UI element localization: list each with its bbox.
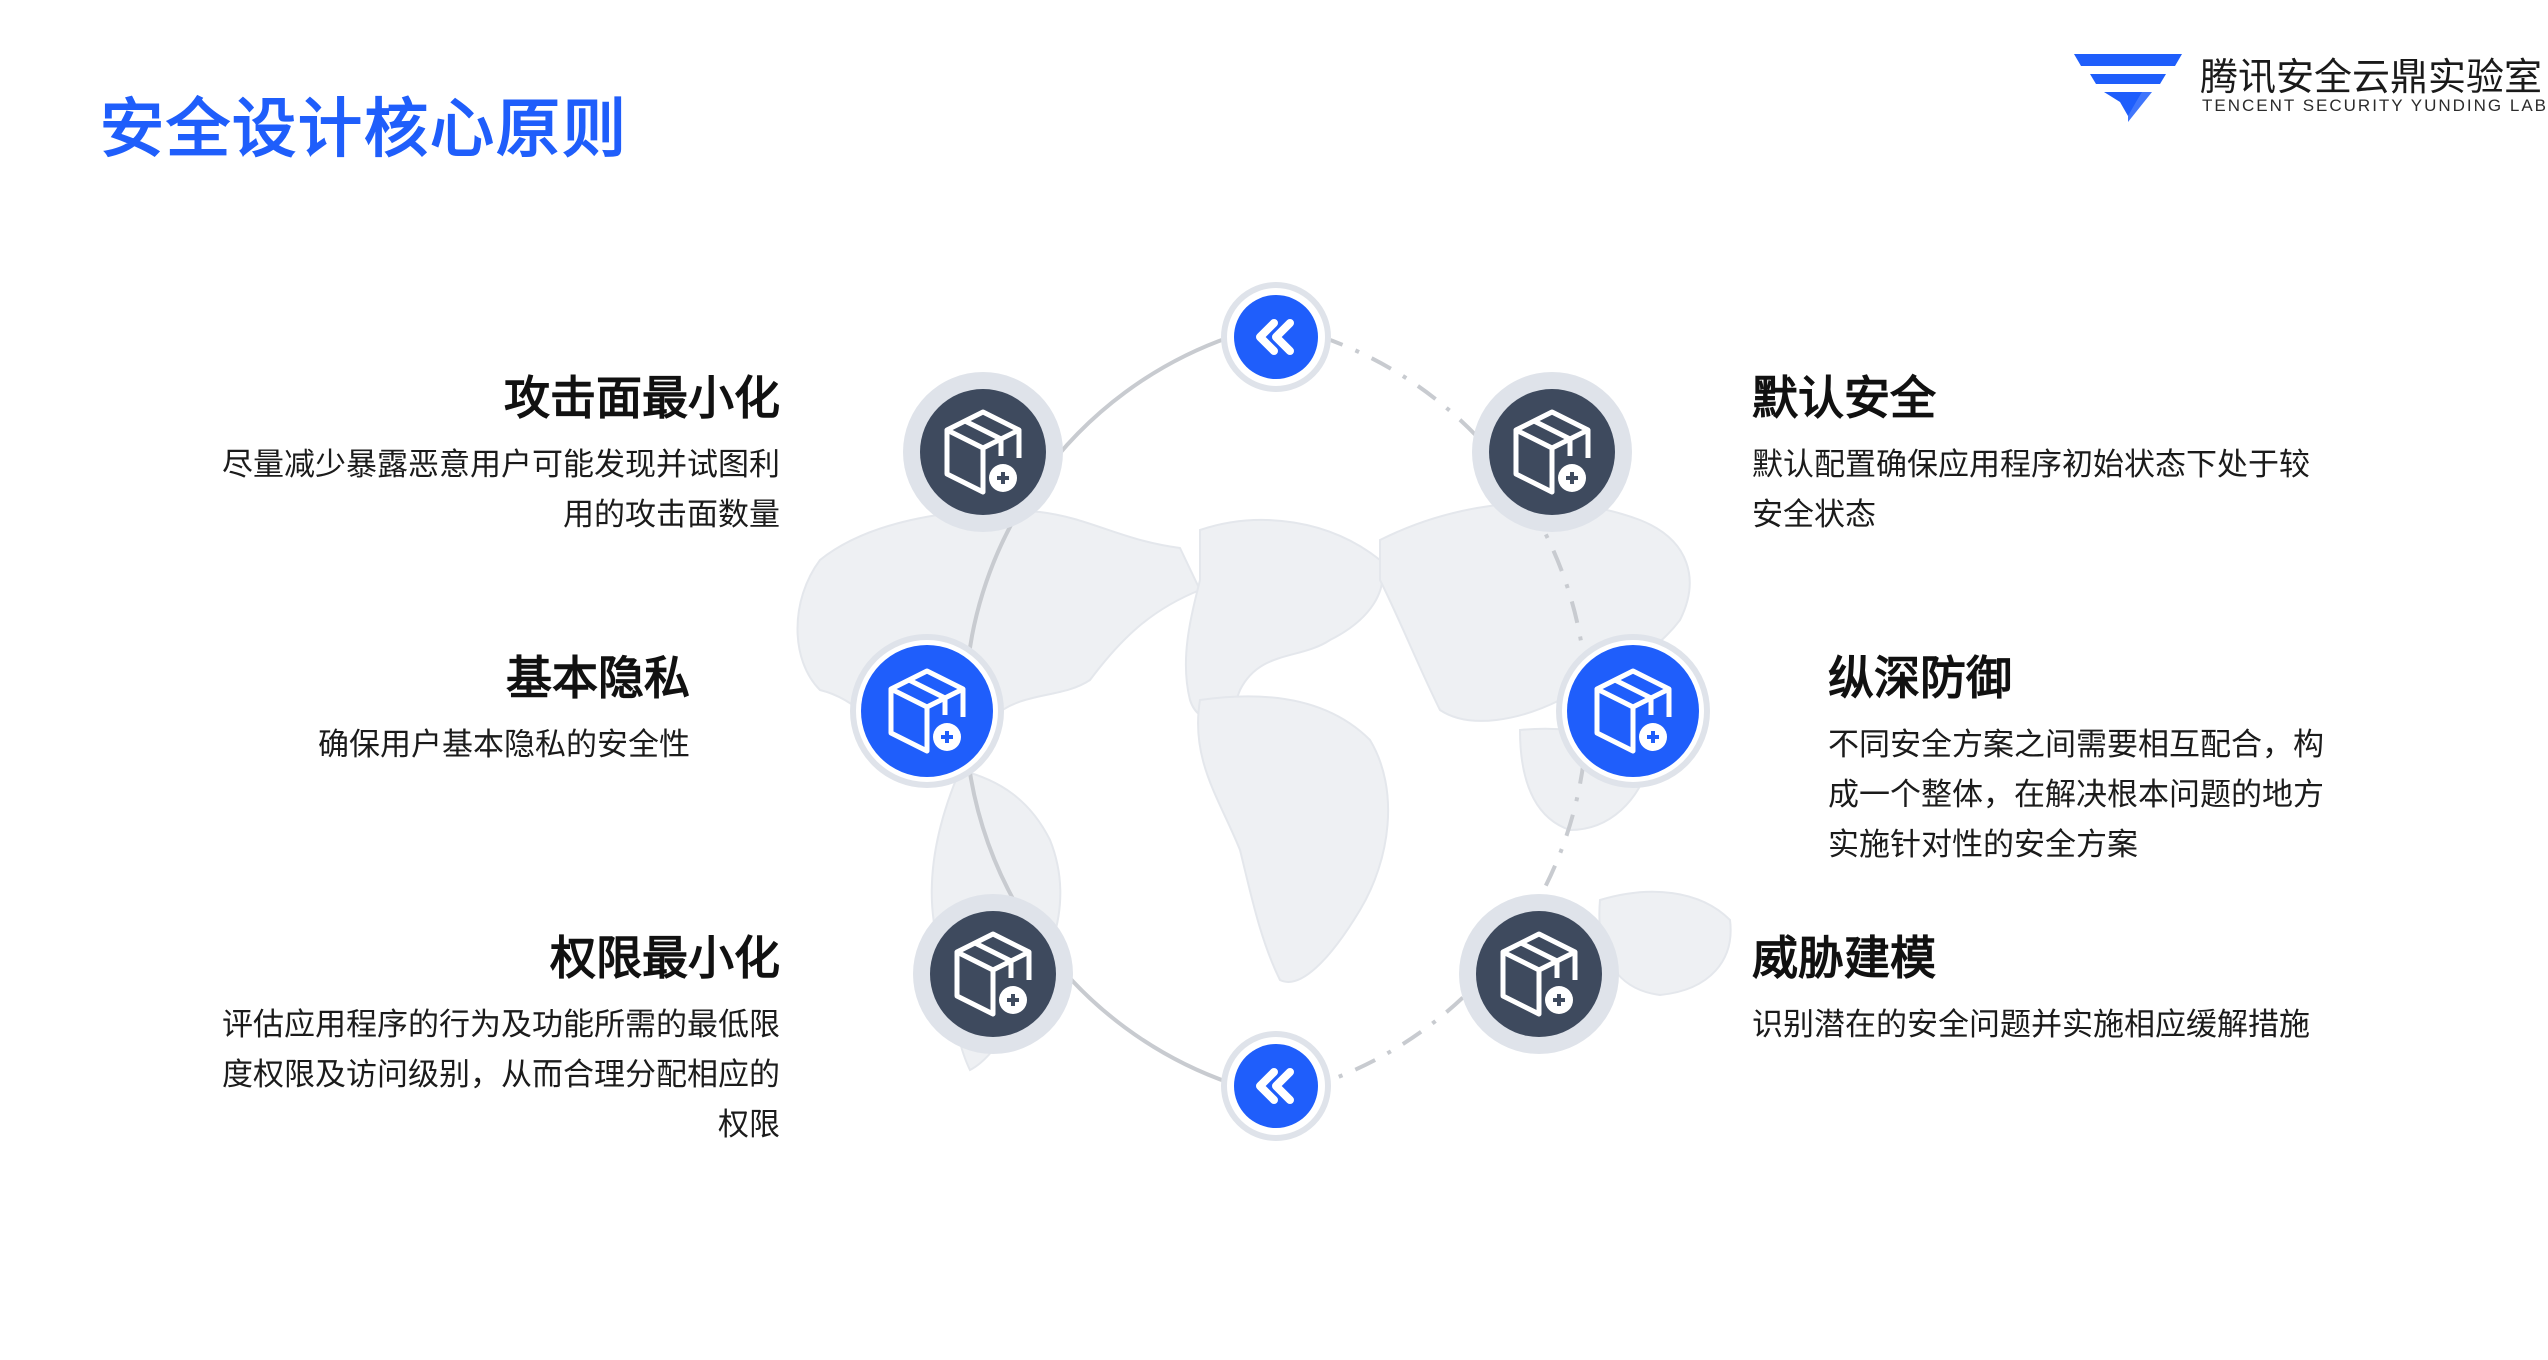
principle-defense-depth: 纵深防御 不同安全方案之间需要相互配合，构 成一个整体，在解决根本问题的地方 实… [1828, 648, 2368, 870]
principle-description: 默认配置确保应用程序初始状态下处于较 安全状态 [1752, 447, 2310, 533]
principle-description: 不同安全方案之间需要相互配合，构 成一个整体，在解决根本问题的地方 实施针对性的… [1828, 727, 2324, 863]
principle-description: 评估应用程序的行为及功能所需的最低限 度权限及访问级别，从而合理分配相应的 权限 [222, 1007, 780, 1143]
arrow-node-top [1221, 282, 1331, 392]
node-secure-default [1472, 372, 1632, 532]
arrow-node-bottom [1221, 1031, 1331, 1141]
node-defense-depth [1556, 634, 1710, 788]
principle-title: 默认安全 [1752, 371, 1936, 425]
principle-description: 确保用户基本隐私的安全性 [318, 727, 690, 763]
principle-title: 攻击面最小化 [504, 371, 780, 425]
principle-privacy: 基本隐私 确保用户基本隐私的安全性 [180, 648, 690, 770]
node-attack-surface [903, 372, 1063, 532]
principle-title: 权限最小化 [550, 931, 780, 985]
node-threat-model [1459, 894, 1619, 1054]
principle-least-privilege: 权限最小化 评估应用程序的行为及功能所需的最低限 度权限及访问级别，从而合理分配… [180, 928, 780, 1150]
principle-threat-model: 威胁建模 识别潜在的安全问题并实施相应缓解措施 [1752, 928, 2392, 1050]
principle-secure-default: 默认安全 默认配置确保应用程序初始状态下处于较 安全状态 [1752, 368, 2352, 540]
principle-attack-surface: 攻击面最小化 尽量减少暴露恶意用户可能发现并试图利 用的攻击面数量 [180, 368, 780, 540]
node-privacy [850, 634, 1004, 788]
principle-description: 识别潜在的安全问题并实施相应缓解措施 [1752, 1007, 2310, 1043]
principle-title: 纵深防御 [1828, 651, 2012, 705]
principle-title: 威胁建模 [1752, 931, 1936, 985]
principle-description: 尽量减少暴露恶意用户可能发现并试图利 用的攻击面数量 [222, 447, 780, 533]
node-least-privilege [913, 894, 1073, 1054]
principle-title: 基本隐私 [506, 651, 690, 705]
